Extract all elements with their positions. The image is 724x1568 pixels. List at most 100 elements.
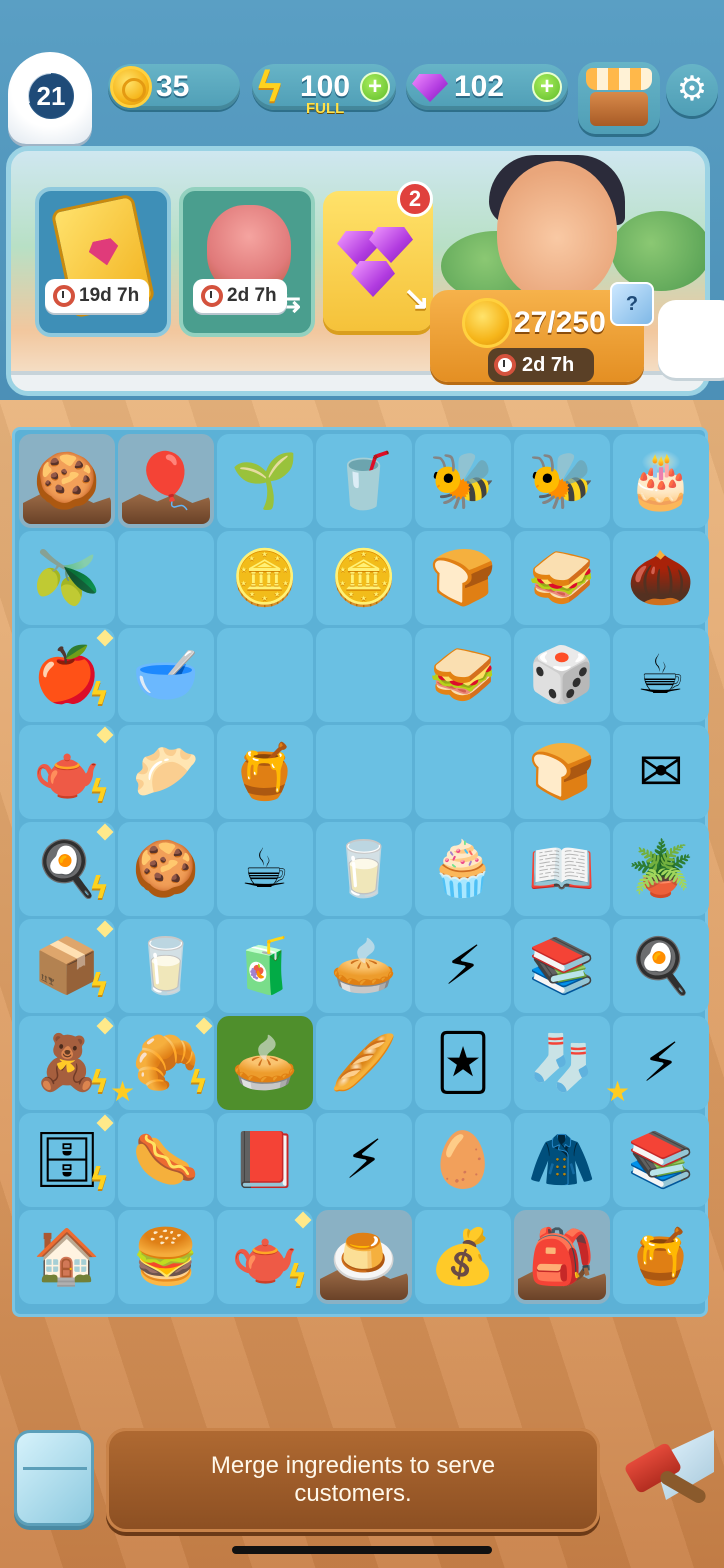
top-bar: 21 35 100 + FULL 102 + ⚙ bbox=[0, 50, 724, 144]
pet-event-card[interactable]: ⇆ bbox=[179, 187, 315, 337]
board-cell[interactable]: 📖 bbox=[514, 822, 610, 916]
egg-timer-icon: 🥚 bbox=[429, 1128, 497, 1191]
board-cell[interactable]: 🍯 bbox=[217, 725, 313, 819]
board-cell[interactable]: 🧃 bbox=[217, 919, 313, 1013]
board-cell[interactable]: 🫖 ϟ bbox=[19, 725, 115, 819]
board-cell[interactable] bbox=[217, 628, 313, 722]
board-cell[interactable] bbox=[415, 725, 511, 819]
level-badge[interactable]: 21 bbox=[8, 52, 92, 144]
board-cell[interactable]: 🧥 bbox=[514, 1113, 610, 1207]
board-cell[interactable]: ☕ bbox=[217, 822, 313, 916]
board-cell[interactable]: 🧁 bbox=[415, 822, 511, 916]
board-cell[interactable]: 🥪 bbox=[415, 628, 511, 722]
board-cell[interactable]: 🍯 bbox=[613, 1210, 709, 1304]
board-cell[interactable]: 🌰 bbox=[613, 531, 709, 625]
board-cell[interactable]: 🎂 bbox=[613, 434, 709, 528]
coins-counter[interactable]: 35 bbox=[108, 64, 240, 110]
board-cell[interactable]: 🌭 bbox=[118, 1113, 214, 1207]
next-customer-card[interactable] bbox=[658, 300, 724, 378]
book-shelf-icon: 📕 bbox=[231, 1128, 299, 1191]
craft-bag-icon: 🎒 bbox=[528, 1225, 596, 1288]
season-pass-card[interactable] bbox=[35, 187, 171, 337]
orange-juice-icon: 🧃 bbox=[231, 934, 299, 997]
add-gems-button[interactable]: + bbox=[532, 72, 562, 102]
board-cell[interactable]: 🪴 bbox=[613, 822, 709, 916]
home-indicator[interactable] bbox=[232, 1546, 492, 1554]
energy-bolt-pile-icon: ⚡ bbox=[642, 1031, 680, 1094]
board-cell[interactable]: 🍞 bbox=[514, 725, 610, 819]
board-cell[interactable]: 📚 bbox=[613, 1113, 709, 1207]
muffin-icon: 🧁 bbox=[429, 837, 497, 900]
board-cell[interactable]: 🥚 bbox=[415, 1113, 511, 1207]
board-cell[interactable]: 🐝 bbox=[514, 434, 610, 528]
board-cell[interactable]: 🍳 bbox=[613, 919, 709, 1013]
board-cell[interactable]: 🥖 bbox=[316, 1016, 412, 1110]
clock-icon bbox=[53, 285, 75, 307]
pie-slice-icon: 🥧 bbox=[231, 1031, 299, 1094]
board-cell[interactable]: 🌱 bbox=[217, 434, 313, 528]
board-cell[interactable]: ⚡ ★ bbox=[605, 1016, 709, 1110]
settings-button[interactable]: ⚙ bbox=[666, 64, 718, 116]
energy-bolts-big-icon: ⚡ bbox=[345, 1128, 383, 1191]
lime-stove-icon: 🍳 bbox=[627, 934, 695, 997]
board-cell[interactable]: 🧸 ϟ bbox=[19, 1016, 115, 1110]
board-cell[interactable]: ⚡ bbox=[415, 919, 511, 1013]
board-cell[interactable]: 🏠 bbox=[19, 1210, 115, 1304]
green-smoothie-icon: 🥤 bbox=[330, 449, 398, 512]
board-cell[interactable]: 🍳 ϟ bbox=[19, 822, 115, 916]
green-sprout-icon: 🌱 bbox=[231, 449, 299, 512]
collect-arrow-icon: ↘ bbox=[403, 280, 430, 316]
board-cell[interactable]: 🍔 bbox=[118, 1210, 214, 1304]
board-cell[interactable]: 🍎 ϟ bbox=[19, 628, 115, 722]
generator-energy-icon: ϟ bbox=[188, 1065, 208, 1100]
board-cell[interactable]: 📚 bbox=[514, 919, 610, 1013]
board-cell[interactable]: 🥪 bbox=[514, 531, 610, 625]
board-cell[interactable]: 🐝 bbox=[415, 434, 511, 528]
gems-counter[interactable]: 102 + bbox=[406, 64, 568, 110]
board-cell[interactable]: ⚡ bbox=[316, 1113, 412, 1207]
board-cell[interactable]: 🥧 bbox=[316, 919, 412, 1013]
board-cell[interactable]: 🍪 bbox=[19, 434, 115, 528]
board-cell[interactable]: 🥧 bbox=[217, 1016, 313, 1110]
board-cell[interactable] bbox=[118, 531, 214, 625]
board-cell[interactable]: 🎒 bbox=[514, 1210, 610, 1304]
mystery-box-icon[interactable]: ? bbox=[610, 282, 654, 326]
fridge-storage-button[interactable] bbox=[14, 1430, 94, 1526]
board-cell[interactable]: 🥟 bbox=[118, 725, 214, 819]
energy-value: 100 bbox=[300, 70, 351, 103]
honey-jar-icon: 🍯 bbox=[231, 740, 299, 803]
board-cell[interactable]: 💰 bbox=[415, 1210, 511, 1304]
board-cell[interactable] bbox=[316, 628, 412, 722]
board-cell[interactable]: 🥛 bbox=[118, 919, 214, 1013]
board-cell[interactable]: 🎲 bbox=[514, 628, 610, 722]
board-cell[interactable]: 🪙 bbox=[316, 531, 412, 625]
star-icon: ★ bbox=[605, 1075, 631, 1108]
board-cell[interactable]: 🍮 bbox=[316, 1210, 412, 1304]
level-number: 21 bbox=[29, 74, 73, 118]
customer-avatar[interactable] bbox=[497, 161, 617, 301]
shop-stall-icon bbox=[590, 92, 648, 126]
board-cell[interactable]: 🧦 bbox=[514, 1016, 610, 1110]
board-cell[interactable]: 🪙 bbox=[217, 531, 313, 625]
board-cell[interactable]: 🥐 ϟ ★ bbox=[110, 1016, 214, 1110]
board-cell[interactable]: 🍞 bbox=[415, 531, 511, 625]
letter-shelf-icon: ✉ bbox=[638, 740, 684, 803]
book-stack-icon: 📚 bbox=[528, 934, 596, 997]
board-cell[interactable]: 🫖 ϟ bbox=[217, 1210, 313, 1304]
board-cell[interactable]: 🥛 bbox=[316, 822, 412, 916]
board-cell[interactable]: 🥤 bbox=[316, 434, 412, 528]
board-cell[interactable]: 📕 bbox=[217, 1113, 313, 1207]
board-cell[interactable]: ✉ bbox=[613, 725, 709, 819]
board-cell[interactable]: 🍪 bbox=[118, 822, 214, 916]
board-cell[interactable]: 📦 ϟ bbox=[19, 919, 115, 1013]
shop-button[interactable] bbox=[578, 62, 660, 134]
tools-button[interactable] bbox=[614, 1424, 720, 1528]
board-cell[interactable]: 🗄 ϟ bbox=[19, 1113, 115, 1207]
board-cell[interactable]: 🎈 bbox=[118, 434, 214, 528]
board-cell[interactable]: 🃏 bbox=[415, 1016, 511, 1110]
board-cell[interactable]: ☕ bbox=[613, 628, 709, 722]
add-energy-button[interactable]: + bbox=[360, 72, 390, 102]
board-cell[interactable] bbox=[316, 725, 412, 819]
board-cell[interactable]: 🫒 bbox=[19, 531, 115, 625]
board-cell[interactable]: 🥣 bbox=[118, 628, 214, 722]
